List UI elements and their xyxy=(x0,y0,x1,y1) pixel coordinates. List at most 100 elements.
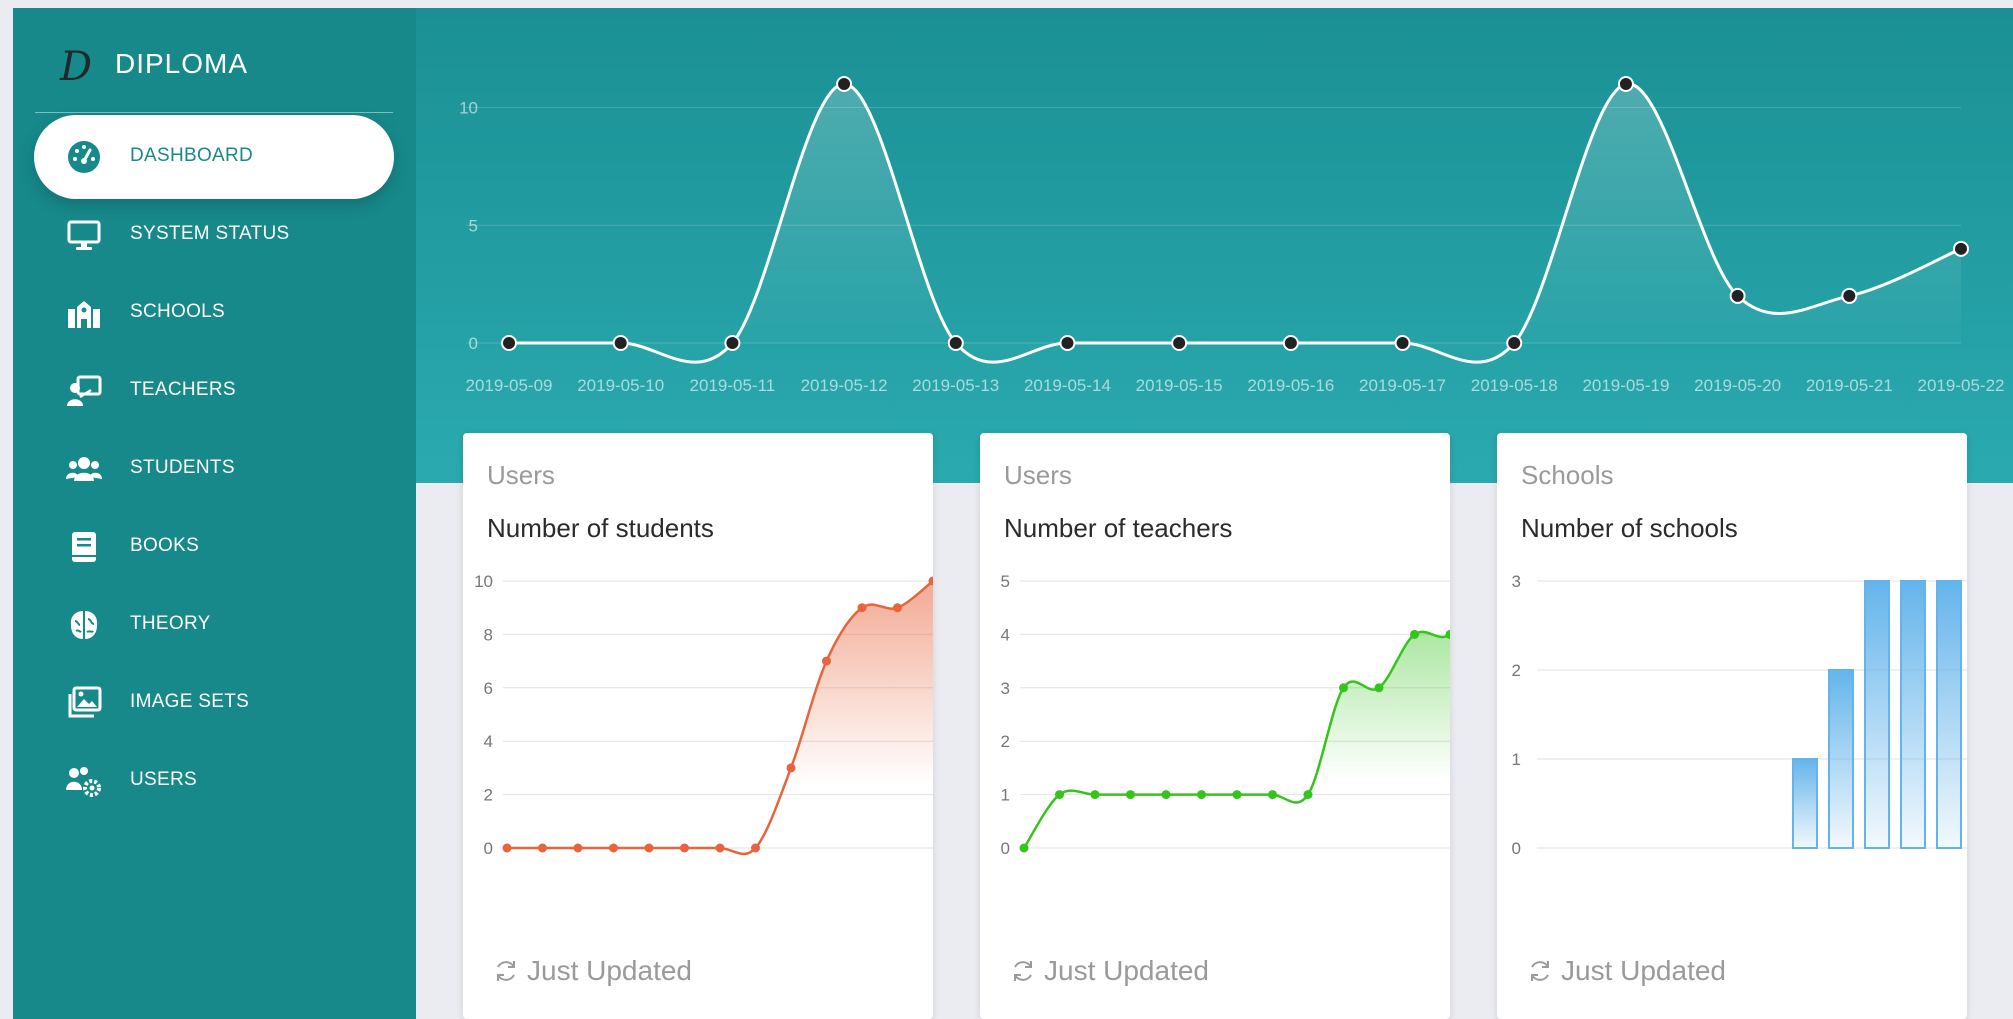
y-tick-label: 5 xyxy=(1001,572,1010,591)
school-icon xyxy=(68,301,100,328)
sidebar-item-label: DASHBOARD xyxy=(130,145,254,166)
y-tick-label: 6 xyxy=(484,679,493,698)
sidebar-item-label: USERS xyxy=(130,769,197,790)
sidebar-item-teachers[interactable]: TEACHERS xyxy=(34,349,394,433)
y-tick-label: 3 xyxy=(1512,572,1521,591)
series-area xyxy=(507,581,933,854)
sidebar-item-dashboard[interactable]: DASHBOARD xyxy=(34,115,394,199)
bar xyxy=(1900,580,1926,849)
y-tick-label: 4 xyxy=(484,732,493,751)
schools-card: Schools Number of schools 0 1 2 3 Just Upda… xyxy=(1497,433,1967,1019)
brand: D DIPLOMA xyxy=(13,8,416,118)
sidebar-item-students[interactable]: STUDENTS xyxy=(34,427,394,511)
refresh-icon xyxy=(1014,961,1032,981)
y-tick-label: 2 xyxy=(1001,732,1010,751)
sidebar-item-image-sets[interactable]: IMAGE SETS xyxy=(34,661,394,745)
data-point xyxy=(538,843,547,853)
students-area-chart: 0 2 4 6 8 10 xyxy=(474,572,933,858)
y-tick-label: 0 xyxy=(1001,839,1010,858)
x-tick-label: 2019-05-18 xyxy=(1471,376,1558,395)
sidebar-item-books[interactable]: BOOKS xyxy=(34,505,394,589)
card-footer-text: Just Updated xyxy=(1044,955,1209,986)
teacher-icon xyxy=(67,375,102,406)
students-icon xyxy=(66,457,102,481)
sidebar-divider xyxy=(35,112,393,113)
data-point xyxy=(786,763,796,773)
data-point xyxy=(1339,683,1348,693)
data-point xyxy=(1232,790,1242,800)
x-tick-label: 2019-05-13 xyxy=(912,376,999,395)
data-point xyxy=(1729,287,1746,304)
data-point xyxy=(947,335,964,351)
brain-icon xyxy=(70,611,98,639)
y-tick-label: 4 xyxy=(1001,625,1010,644)
bar xyxy=(1828,669,1854,849)
data-point xyxy=(1268,790,1277,800)
sidebar-item-label: BOOKS xyxy=(130,535,200,556)
x-tick-label: 2019-05-10 xyxy=(577,376,664,395)
refresh-icon xyxy=(497,961,515,981)
sidebar-item-users[interactable]: USERS xyxy=(34,739,394,823)
x-tick-label: 2019-05-21 xyxy=(1806,376,1893,395)
x-tick-label: 2019-05-14 xyxy=(1024,376,1111,395)
x-tick-label: 2019-05-22 xyxy=(1918,376,2005,395)
y-tick-label: 0 xyxy=(469,334,478,353)
activity-line-chart: 0 5 10 2019-05-09 2019-05-10 2019-05-11 2019-0… xyxy=(459,76,2005,395)
x-tick-label: 2019-05-12 xyxy=(801,376,888,395)
teachers-card: Users Number of teachers 0 1 2 3 4 5 Just Upd… xyxy=(980,433,1450,1019)
card-title: Number of schools xyxy=(1521,513,1738,543)
data-point xyxy=(612,335,629,351)
x-tick-label: 2019-05-16 xyxy=(1247,376,1334,395)
card-category: Schools xyxy=(1521,460,1614,490)
x-tick-label: 2019-05-20 xyxy=(1694,376,1781,395)
y-tick-label: 10 xyxy=(474,572,493,591)
y-tick-label: 0 xyxy=(1512,839,1521,858)
sidebar-item-schools[interactable]: SCHOOLS xyxy=(34,271,394,355)
brand-name[interactable]: DIPLOMA xyxy=(115,48,248,80)
bar xyxy=(1864,580,1890,849)
card-category: Users xyxy=(1004,460,1072,490)
data-point xyxy=(836,76,853,92)
x-tick-label: 2019-05-09 xyxy=(466,376,553,395)
sidebar-item-theory[interactable]: THEORY xyxy=(34,583,394,667)
data-point xyxy=(502,843,512,853)
y-tick-label: 2 xyxy=(484,786,493,805)
data-point xyxy=(680,843,689,853)
data-point xyxy=(822,656,831,666)
data-point xyxy=(893,603,902,613)
data-point xyxy=(751,843,760,853)
sidebar-item-system-status[interactable]: SYSTEM STATUS xyxy=(34,193,394,277)
data-point xyxy=(715,843,725,853)
teachers-area-chart: 0 1 2 3 4 5 xyxy=(1001,572,1450,858)
y-tick-label: 8 xyxy=(484,625,493,644)
card-footer-text: Just Updated xyxy=(1561,955,1726,986)
bar xyxy=(1792,758,1818,849)
x-tick-label: 2019-05-17 xyxy=(1359,376,1446,395)
card-footer-text: Just Updated xyxy=(527,955,692,986)
y-tick-label: 2 xyxy=(1512,661,1521,680)
y-tick-label: 10 xyxy=(459,99,478,118)
schools-bar-chart: 0 1 2 3 xyxy=(1512,572,1967,858)
dashboard-icon xyxy=(68,141,100,173)
data-point xyxy=(1953,240,1969,257)
data-point xyxy=(1019,843,1029,853)
data-point xyxy=(1197,790,1206,800)
data-point xyxy=(609,843,618,853)
data-point xyxy=(1282,335,1299,351)
y-tick-label: 3 xyxy=(1001,679,1010,698)
book-icon xyxy=(72,532,96,562)
card-title: Number of students xyxy=(487,513,714,543)
monitor-icon xyxy=(67,220,101,250)
data-point xyxy=(1394,335,1411,351)
sidebar-item-label: IMAGE SETS xyxy=(130,691,250,712)
card-footer: Just Updated xyxy=(1010,955,1209,987)
sidebar: D DIPLOMA DASHBOARD SYSTEM STATUS SCHOOL… xyxy=(13,8,416,1019)
data-point xyxy=(1303,790,1313,800)
sidebar-item-label: SCHOOLS xyxy=(130,301,226,322)
data-point xyxy=(1161,790,1171,800)
y-tick-label: 0 xyxy=(484,839,493,858)
brand-logo[interactable]: D xyxy=(51,42,101,92)
sidebar-item-label: STUDENTS xyxy=(130,457,235,478)
data-point xyxy=(1617,76,1634,92)
users-gear-icon xyxy=(66,767,101,797)
